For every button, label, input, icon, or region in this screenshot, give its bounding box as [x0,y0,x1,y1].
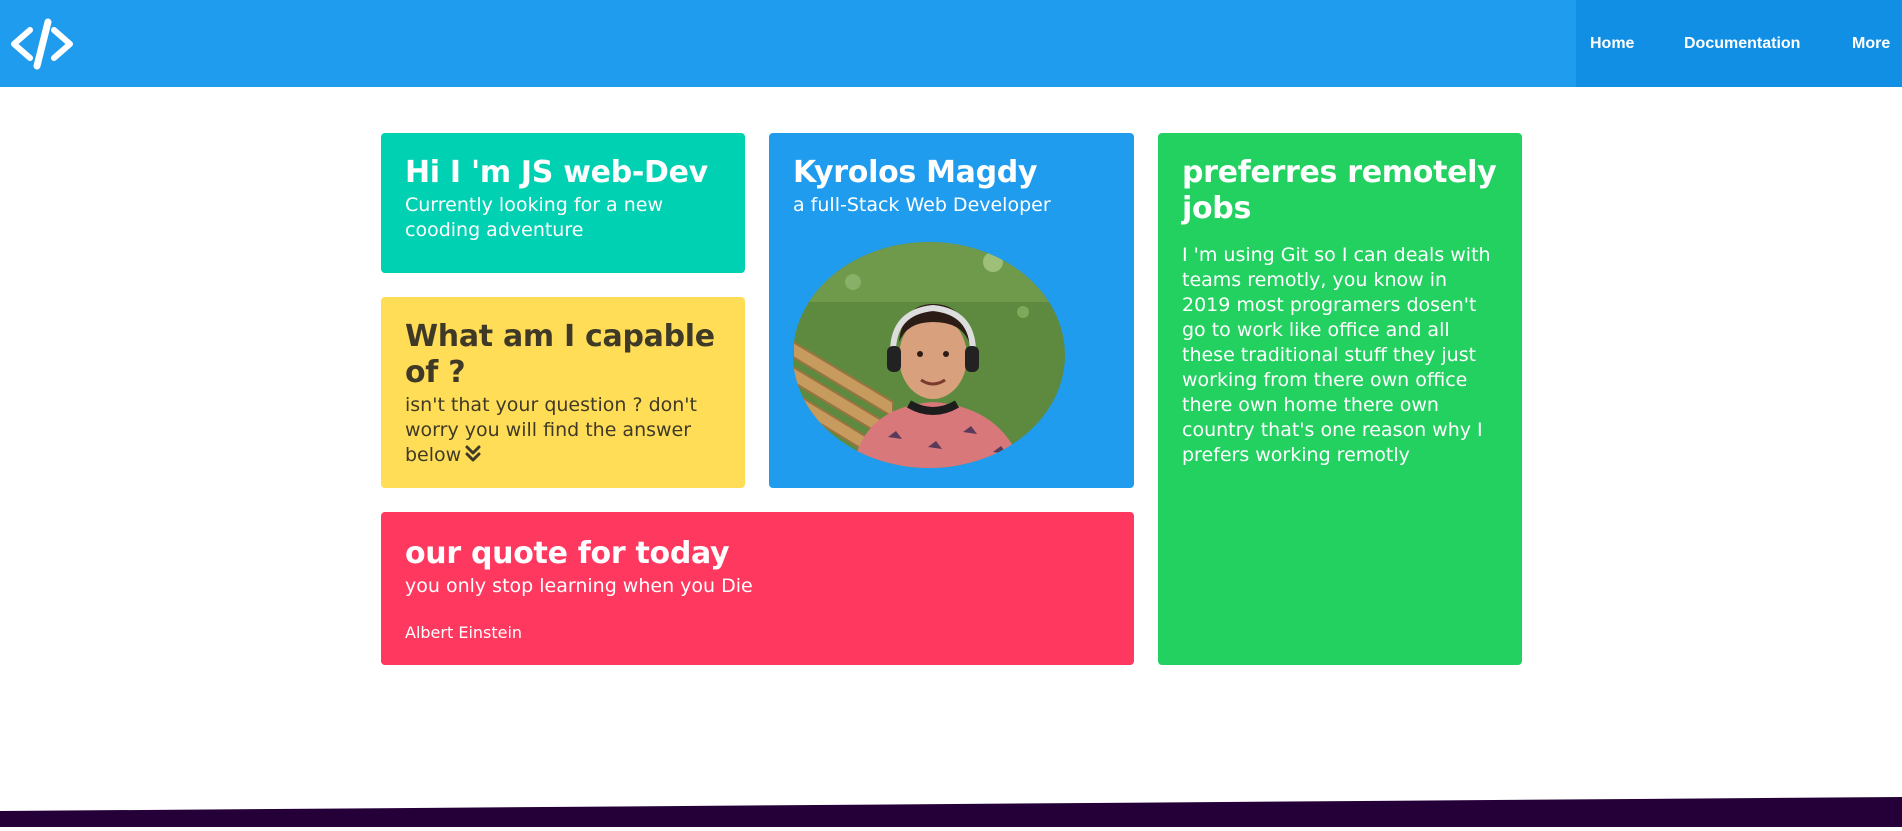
intro-tile: Hi I 'm JS web-Dev Currently looking for… [381,133,745,273]
quote-author: Albert Einstein [405,623,523,642]
intro-subtitle: Currently looking for a new cooding adve… [405,194,663,241]
capabilities-subtitle: isn't that your question ? don't worry y… [405,393,721,468]
footer-edge [0,795,1902,827]
capabilities-tile: What am I capable of ? isn't that your q… [381,297,745,488]
avatar [793,242,1065,468]
profile-role: a full-Stack Web Developer [793,194,1051,216]
remote-jobs-text: I 'm using Git so I can deals with teams… [1182,244,1491,466]
intro-title: Hi I 'm JS web-Dev [405,155,708,190]
capabilities-title: What am I capable of ? [405,319,715,390]
nav-documentation-link[interactable]: Documentation [1684,35,1800,53]
quote-text: you only stop learning when you Die [405,575,753,597]
navbar: Home Documentation More [0,0,1902,87]
quote-title: our quote for today [405,536,730,571]
capabilities-subtitle-text: isn't that your question ? don't worry y… [405,394,697,466]
double-chevron-down-icon[interactable] [465,445,481,463]
profile-tile: Kyrolos Magdy a full-Stack Web Developer [769,133,1134,488]
nav-home-link[interactable]: Home [1590,35,1634,53]
profile-name: Kyrolos Magdy [793,155,1038,190]
nav-menu: Home Documentation More [1576,0,1902,87]
remote-jobs-tile: preferres remotely jobs I 'm using Git s… [1158,133,1522,665]
nav-more-link[interactable]: More [1852,35,1890,53]
quote-tile: our quote for today you only stop learni… [381,512,1134,665]
remote-jobs-title: preferres remotely jobs [1182,155,1497,226]
code-icon[interactable] [10,18,74,70]
